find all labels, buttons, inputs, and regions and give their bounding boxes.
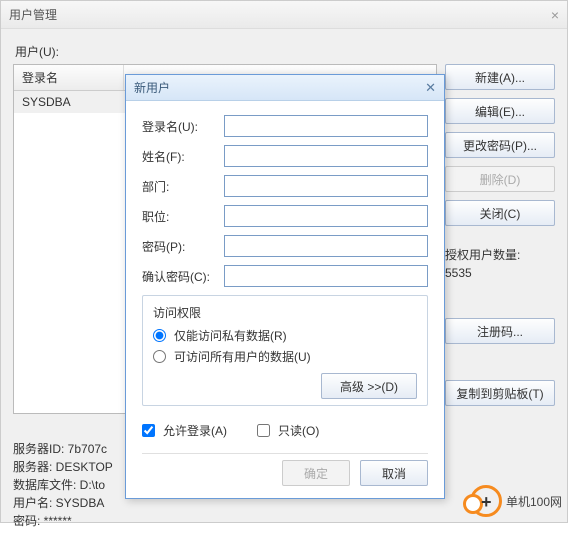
dept-input[interactable] [224,175,428,197]
advanced-button[interactable]: 高级 >>(D) [321,373,417,399]
main-titlebar: 用户管理 × [1,1,567,29]
label-login: 登录名(U): [142,118,224,135]
radio-all-row[interactable]: 可访问所有用户的数据(U) [153,348,417,365]
auth-count-label: 授权用户数量: [445,246,555,264]
new-button[interactable]: 新建(A)... [445,64,555,90]
watermark: + 单机100网 [470,485,562,517]
radio-private-label: 仅能访问私有数据(R) [174,327,287,344]
allow-login-checkbox[interactable] [142,424,155,437]
readonly-checkbox[interactable] [257,424,270,437]
modal-close-icon[interactable]: ✕ [425,80,436,96]
new-user-dialog: 新用户 ✕ 登录名(U): 姓名(F): 部门: 职位: 密码(P): 确认密码… [125,74,445,499]
watermark-icon: + [470,485,502,517]
label-confirm: 确认密码(C): [142,268,224,285]
ok-button[interactable]: 确定 [282,460,350,486]
name-input[interactable] [224,145,428,167]
allow-login-row[interactable]: 允许登录(A) [142,422,227,439]
edit-button[interactable]: 编辑(E)... [445,98,555,124]
readonly-label: 只读(O) [278,422,319,439]
label-dept: 部门: [142,178,224,195]
access-fieldset: 访问权限 仅能访问私有数据(R) 可访问所有用户的数据(U) 高级 >>(D) [142,295,428,406]
modal-titlebar: 新用户 ✕ [126,75,444,101]
label-position: 职位: [142,208,224,225]
label-password: 密码(P): [142,238,224,255]
cancel-button[interactable]: 取消 [360,460,428,486]
main-title: 用户管理 [9,6,57,23]
change-password-button[interactable]: 更改密码(P)... [445,132,555,158]
confirm-password-input[interactable] [224,265,428,287]
watermark-text: 单机100网 [506,493,562,510]
radio-all[interactable] [153,350,166,363]
label-name: 姓名(F): [142,148,224,165]
radio-private[interactable] [153,329,166,342]
cell-login: SYSDBA [14,91,79,113]
radio-all-label: 可访问所有用户的数据(U) [174,348,311,365]
main-close-icon[interactable]: × [551,7,559,23]
radio-private-row[interactable]: 仅能访问私有数据(R) [153,327,417,344]
register-button[interactable]: 注册码... [445,318,555,344]
col-login[interactable]: 登录名 [14,65,124,90]
user-label: 用户(U): [15,43,59,60]
position-input[interactable] [224,205,428,227]
access-legend: 访问权限 [153,304,417,321]
side-buttons: 新建(A)... 编辑(E)... 更改密码(P)... 删除(D) 关闭(C)… [445,64,555,414]
readonly-row[interactable]: 只读(O) [257,422,319,439]
allow-login-label: 允许登录(A) [163,422,227,439]
password-input[interactable] [224,235,428,257]
delete-button[interactable]: 删除(D) [445,166,555,192]
copy-clipboard-button[interactable]: 复制到剪贴板(T) [445,380,555,406]
login-input[interactable] [224,115,428,137]
modal-title: 新用户 [134,79,170,96]
auth-count-value: 5535 [445,264,555,282]
close-button[interactable]: 关闭(C) [445,200,555,226]
auth-count-block: 授权用户数量: 5535 [445,246,555,282]
